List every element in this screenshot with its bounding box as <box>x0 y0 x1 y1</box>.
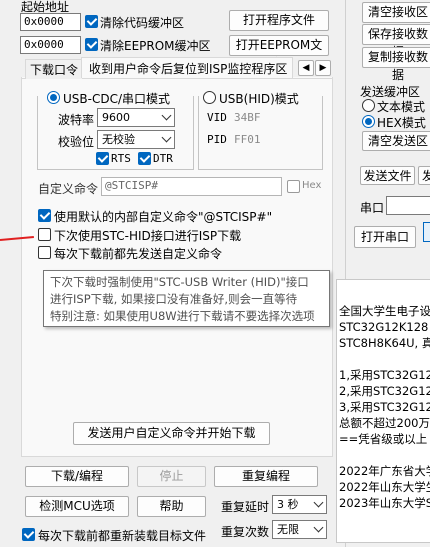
port-select[interactable] <box>386 196 430 215</box>
output-line: 全国大学生电子设 <box>339 304 430 318</box>
custom-command-label: 自定义命令 <box>38 182 99 196</box>
tab-scroll-right[interactable]: ▶ <box>315 60 331 76</box>
tab-scroll-left[interactable]: ◀ <box>298 60 314 76</box>
output-line: 2022年山东大学生 <box>339 480 430 494</box>
dtr-label: DTR <box>153 152 173 165</box>
send-file-button[interactable]: 发送文件 <box>360 166 415 185</box>
pid-value: FF01 <box>234 133 261 146</box>
usb-cdc-radio-label: USB-CDC/串口模式 <box>63 92 171 106</box>
rts-label: RTS <box>111 152 131 165</box>
baud-rate-value: 9600 <box>102 111 130 124</box>
hex-checkbox[interactable] <box>287 180 300 193</box>
next-stc-hid-checkbox[interactable] <box>38 228 51 241</box>
stop-button[interactable]: 停止 <box>137 466 206 487</box>
output-line: 3,采用STC32G12K <box>339 400 430 414</box>
usb-hid-radio-label: USB(HID)模式 <box>219 92 299 106</box>
copy-receive-button[interactable]: 复制接收数据 <box>362 47 430 82</box>
send-command-before-download-label: 每次下载前都先发送自定义命令 <box>54 247 223 261</box>
tab-download-password-label: 下载口令 <box>30 63 79 77</box>
clear-code-checkbox[interactable] <box>85 15 98 28</box>
output-line: 1,采用STC32G12K <box>339 368 430 382</box>
send-command-before-download-checkbox[interactable] <box>38 246 51 259</box>
repeat-count-select[interactable]: 无限 <box>272 520 327 539</box>
dtr-checkbox[interactable] <box>138 152 151 165</box>
tooltip: 下次下载时强制使用"STC-USB Writer (HID)"接口 进行ISP下… <box>43 270 330 327</box>
reload-target-label: 每次下载前都重新装载目标文件 <box>38 529 207 543</box>
tab-reset-isp-label: 收到用户命令后复位到ISP监控程序区 <box>89 62 288 76</box>
text-mode-radio[interactable] <box>362 99 375 112</box>
repeat-program-button[interactable]: 重复编程 <box>214 466 318 487</box>
parity-select[interactable]: 无校验 <box>97 130 175 149</box>
repeat-count-label: 重复次数 <box>221 525 270 539</box>
help-button[interactable]: 帮助 <box>137 496 206 517</box>
output-line: STC8H8K64U, 真 <box>339 336 430 350</box>
baud-rate-label: 波特率 <box>58 113 95 127</box>
download-program-button[interactable]: 下载/编程 <box>25 466 129 487</box>
repeat-delay-select[interactable]: 3 秒 <box>272 495 327 514</box>
open-eeprom-button[interactable]: 打开EEPROM文件 <box>229 35 329 70</box>
hex-mode-label: HEX模式 <box>377 116 426 130</box>
repeat-count-value: 无限 <box>277 523 299 536</box>
output-line: 2023年山东大学S <box>339 496 430 510</box>
output-line: STC32G12K128 作 <box>339 320 430 334</box>
tooltip-line-2: 进行ISP下载, 如果接口没有准备好,则会一直等待 <box>50 292 298 306</box>
save-receive-button[interactable]: 保存接收数据 <box>362 24 430 59</box>
next-stc-hid-label: 下次使用STC-HID接口进行ISP下载 <box>54 229 242 243</box>
pid-label: PID <box>207 133 227 146</box>
clear-code-label: 清除代码缓冲区 <box>100 16 185 30</box>
parity-value: 无校验 <box>102 133 135 146</box>
parity-label: 校验位 <box>58 135 95 149</box>
vid-value: 34BF <box>234 111 261 124</box>
use-default-command-checkbox[interactable] <box>38 209 51 222</box>
output-area[interactable]: 全国大学生电子设 STC32G12K128 作 STC8H8K64U, 真 1,… <box>336 279 430 543</box>
rts-checkbox[interactable] <box>96 152 109 165</box>
use-default-command-label: 使用默认的内部自定义命令"@STCISP#" <box>54 210 273 224</box>
repeat-delay-value: 3 秒 <box>277 498 299 511</box>
chevron-down-icon <box>161 110 172 121</box>
custom-command-input[interactable]: @STCISP# <box>101 177 282 196</box>
chevron-down-icon <box>161 132 172 143</box>
code-address-input[interactable]: 0x0000 <box>20 13 81 31</box>
tooltip-line-1: 下次下载时强制使用"STC-USB Writer (HID)"接口 <box>50 275 309 289</box>
baud-rate-select[interactable]: 9600 <box>97 108 175 127</box>
chevron-down-icon <box>313 497 324 508</box>
text-mode-label: 文本模式 <box>377 100 426 114</box>
hex-label: Hex <box>302 180 322 191</box>
send-button[interactable]: 发 <box>418 166 430 185</box>
vid-label: VID <box>207 111 227 124</box>
output-line: 2022年广东省大学 <box>339 464 430 478</box>
open-port-button[interactable]: 打开串口 <box>354 226 416 248</box>
output-line: ==凭省级或以上 <box>339 432 428 446</box>
tooltip-line-3: 特别注意: 如果使用U8W进行下载请不要选择次选项 <box>50 309 315 323</box>
hex-mode-radio[interactable] <box>362 115 375 128</box>
output-line: 2,采用STC32G12K <box>339 384 430 398</box>
clear-receive-button[interactable]: 清空接收区 <box>362 2 430 23</box>
usb-hid-radio[interactable] <box>203 91 216 104</box>
usb-cdc-radio[interactable] <box>47 91 60 104</box>
open-program-button[interactable]: 打开程序文件 <box>229 10 329 31</box>
clear-eeprom-label: 清除EEPROM缓冲区 <box>100 39 211 53</box>
repeat-delay-label: 重复延时 <box>221 500 270 514</box>
detect-mcu-button[interactable]: 检测MCU选项 <box>25 496 129 517</box>
clear-send-button[interactable]: 清空发送区 <box>362 131 430 151</box>
output-line: 总额不超过200万 <box>339 416 430 430</box>
clear-eeprom-checkbox[interactable] <box>85 38 98 51</box>
reload-target-checkbox[interactable] <box>22 528 35 541</box>
port-label: 串口 <box>360 201 385 215</box>
chevron-down-icon <box>313 522 324 533</box>
port-select-button-blue[interactable] <box>423 222 430 242</box>
send-custom-command-button[interactable]: 发送用户自定义命令并开始下载 <box>73 422 270 445</box>
eeprom-address-input[interactable]: 0x0000 <box>20 36 81 54</box>
